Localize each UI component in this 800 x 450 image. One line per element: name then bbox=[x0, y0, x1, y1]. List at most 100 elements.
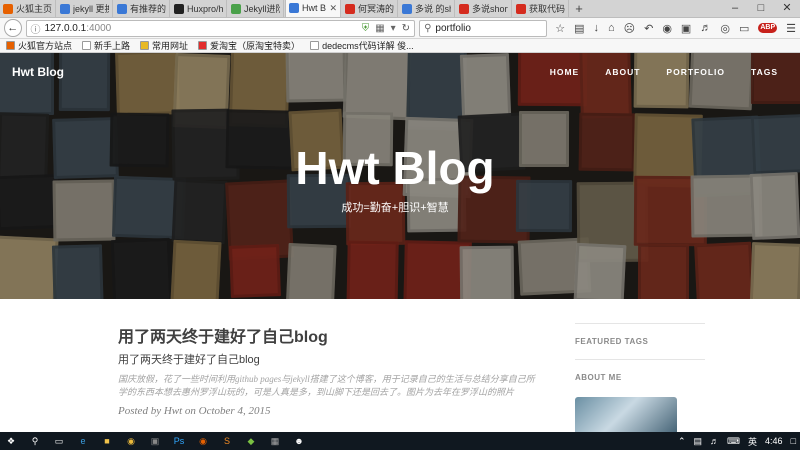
browser-tab[interactable]: Hwt Bl...✕ bbox=[285, 0, 341, 17]
maximize-icon[interactable]: □ bbox=[748, 0, 774, 17]
network-icon[interactable]: ▤ bbox=[694, 436, 703, 447]
download-icon[interactable]: ↓ bbox=[593, 22, 599, 34]
task-view-icon[interactable]: ▭ bbox=[52, 435, 66, 447]
qq-icon[interactable]: ☻ bbox=[292, 435, 306, 447]
browser-tab[interactable]: 多说 的sho... bbox=[399, 0, 455, 17]
volume-icon[interactable]: ♬ bbox=[700, 22, 711, 34]
cmd-icon[interactable]: ▦ bbox=[268, 435, 282, 447]
browser-tab[interactable]: jekyll 更换... bbox=[57, 0, 113, 17]
globe-icon[interactable]: ◉ bbox=[662, 22, 672, 35]
bookmark-icon bbox=[82, 41, 92, 50]
firefox-icon[interactable]: ◉ bbox=[196, 435, 210, 447]
address-bar[interactable]: ⓘ 127.0.0.1:4000 ⛨ ▦ ▾ ↻ bbox=[25, 19, 416, 37]
system-tray: ⌃ ▤ ♬ ⌨ 英 4:46 □ bbox=[678, 435, 796, 448]
screen-icon[interactable]: ▭ bbox=[739, 22, 749, 35]
tab-label: Hwt Bl... bbox=[302, 3, 327, 13]
browser-tab[interactable]: 火狐主页 bbox=[0, 0, 56, 17]
toolbar-icons: ☆ ▤ ↓ ⌂ ☹ ↶ ◉ ▣ ♬ ◎ ▭ ABP ☰ bbox=[555, 22, 796, 35]
edge-browser-icon[interactable]: e bbox=[76, 435, 90, 447]
qr-code-icon[interactable]: ▦ bbox=[375, 23, 384, 34]
nav-link-home[interactable]: HOME bbox=[550, 67, 580, 77]
post-meta: Posted by Hwt on October 4, 2015 bbox=[118, 405, 271, 417]
close-tab-icon[interactable]: ✕ bbox=[329, 3, 337, 14]
home-icon[interactable]: ⌂ bbox=[608, 22, 615, 34]
tab-label: 何冥涛的微... bbox=[358, 4, 394, 14]
git-icon[interactable]: ◆ bbox=[244, 435, 258, 447]
window-controls: – □ ✕ bbox=[722, 0, 800, 17]
url-host: 127.0.0.1 bbox=[44, 22, 87, 34]
site-brand-link[interactable]: Hwt Blog bbox=[12, 65, 64, 79]
crop-icon[interactable]: ▣ bbox=[681, 22, 691, 35]
sidebar: FEATURED TAGS ABOUT ME bbox=[575, 323, 705, 432]
chevron-up-icon[interactable]: ⌃ bbox=[678, 436, 686, 447]
search-icon: ⚲ bbox=[424, 22, 432, 34]
post-excerpt: 国庆放假，花了一些时间利用github pages与jekyll搭建了这个博客，… bbox=[118, 374, 535, 397]
reload-icon[interactable]: ↻ bbox=[402, 23, 410, 34]
browser-tab[interactable]: Huxpro/hu... bbox=[171, 0, 227, 17]
close-window-icon[interactable]: ✕ bbox=[774, 0, 800, 17]
featured-tags-heading: FEATURED TAGS bbox=[575, 337, 649, 346]
tab-favicon-icon bbox=[289, 3, 299, 13]
sublime-icon[interactable]: S bbox=[220, 435, 234, 447]
about-me-avatar bbox=[575, 397, 677, 432]
input-language[interactable]: 英 bbox=[748, 435, 757, 448]
bookmark-item[interactable]: 爱淘宝（原淘宝特卖） bbox=[198, 39, 300, 52]
browser-tab[interactable]: 有推荐的简... bbox=[114, 0, 170, 17]
search-input[interactable] bbox=[435, 22, 536, 34]
tab-label: 有推荐的简... bbox=[130, 4, 166, 14]
photoshop-icon[interactable]: Ps bbox=[172, 435, 186, 447]
post-title-link[interactable]: 用了两天终于建好了自己blog bbox=[118, 328, 538, 348]
keyboard-icon[interactable]: ⌨ bbox=[727, 436, 740, 447]
reading-list-icon[interactable]: ▤ bbox=[574, 22, 584, 35]
tab-label: 获取代码 -... bbox=[529, 4, 565, 14]
dropdown-arrow-icon[interactable]: ▾ bbox=[391, 23, 396, 34]
post-subtitle[interactable]: 用了两天终于建好了自己blog bbox=[118, 351, 538, 367]
tab-favicon-icon bbox=[345, 3, 355, 14]
bookmark-item[interactable]: dedecms代码详解 俊... bbox=[310, 39, 414, 52]
browser-tab[interactable]: Jekyll进阶... bbox=[228, 0, 284, 17]
menu-icon[interactable]: ☰ bbox=[786, 22, 796, 35]
speed-icon[interactable]: ◎ bbox=[720, 22, 730, 35]
address-bar-actions: ⛨ ▦ ▾ ↻ bbox=[362, 23, 410, 34]
shield-icon[interactable]: ⛨ bbox=[362, 23, 370, 34]
search-icon[interactable]: ⚲ bbox=[28, 435, 42, 447]
clock[interactable]: 4:46 bbox=[765, 436, 783, 446]
tab-favicon-icon bbox=[231, 3, 241, 14]
info-icon[interactable]: ⓘ bbox=[31, 21, 41, 36]
site-menu: HOME ABOUT PORTFOLIO TAGS bbox=[550, 67, 778, 77]
nav-link-about[interactable]: ABOUT bbox=[605, 67, 640, 77]
tab-list: 火狐主页 jekyll 更换... 有推荐的简... Huxpro/hu... Jeky… bbox=[0, 0, 570, 17]
back-button[interactable]: ← bbox=[4, 19, 22, 37]
search-box[interactable]: ⚲ bbox=[419, 19, 548, 37]
browser-tab[interactable]: 多说short_... bbox=[456, 0, 512, 17]
undo-icon[interactable]: ↶ bbox=[644, 22, 653, 35]
volume-icon[interactable]: ♬ bbox=[710, 436, 719, 446]
bookmark-item[interactable]: 常用网址 bbox=[140, 39, 188, 52]
tab-favicon-icon bbox=[117, 3, 127, 14]
file-explorer-icon[interactable]: ■ bbox=[100, 435, 114, 447]
nav-link-tags[interactable]: TAGS bbox=[751, 67, 778, 77]
tab-favicon-icon bbox=[459, 3, 469, 14]
navigation-toolbar: ← ⓘ 127.0.0.1:4000 ⛨ ▦ ▾ ↻ ⚲ ☆ ▤ ↓ ⌂ ☹ ↶… bbox=[0, 18, 800, 39]
tab-label: 多说short_... bbox=[472, 4, 508, 14]
adblock-icon[interactable]: ABP bbox=[758, 23, 778, 33]
hero-title: Hwt Blog bbox=[295, 142, 495, 194]
nav-link-portfolio[interactable]: PORTFOLIO bbox=[666, 67, 725, 77]
tab-favicon-icon bbox=[402, 3, 412, 14]
browser-tab[interactable]: 何冥涛的微... bbox=[342, 0, 398, 17]
bookmark-item[interactable]: 新手上路 bbox=[82, 39, 130, 52]
notifications-icon[interactable]: □ bbox=[791, 436, 796, 446]
bookmark-item[interactable]: 火狐官方站点 bbox=[6, 39, 72, 52]
bookmark-star-icon[interactable]: ☆ bbox=[555, 22, 565, 35]
chat-icon[interactable]: ☹ bbox=[624, 22, 635, 35]
bookmark-label: 新手上路 bbox=[94, 41, 131, 51]
start-windows-icon[interactable]: ❖ bbox=[4, 435, 18, 447]
browser-tab[interactable]: 获取代码 -... bbox=[513, 0, 569, 17]
app-icon[interactable]: ▣ bbox=[148, 435, 162, 447]
chrome-icon[interactable]: ◉ bbox=[124, 435, 138, 447]
bookmark-label: 火狐官方站点 bbox=[18, 41, 73, 51]
tab-favicon-icon bbox=[516, 3, 526, 14]
new-tab-button[interactable]: + bbox=[572, 1, 586, 17]
url-text[interactable]: 127.0.0.1:4000 bbox=[45, 23, 112, 34]
minimize-icon[interactable]: – bbox=[722, 0, 748, 17]
